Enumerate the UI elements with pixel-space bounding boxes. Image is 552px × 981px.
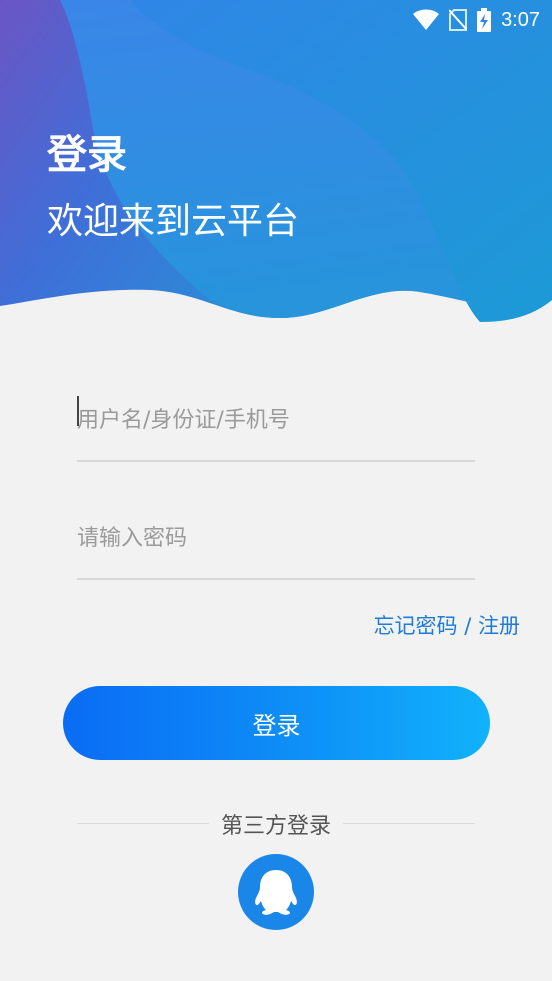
battery-charging-icon: [477, 8, 492, 32]
qq-login-button[interactable]: [238, 854, 314, 930]
username-field[interactable]: [77, 380, 475, 462]
register-link[interactable]: 注册: [478, 614, 520, 638]
username-input[interactable]: [77, 400, 475, 440]
password-field[interactable]: [77, 498, 475, 580]
status-time: 3:07: [501, 8, 540, 31]
page-subtitle: 欢迎来到云平台: [47, 201, 300, 242]
forgot-password-link[interactable]: 忘记密码: [374, 614, 458, 638]
qq-icon: [255, 870, 297, 915]
third-party-login: 第三方登录: [77, 803, 475, 843]
login-button[interactable]: 登录: [63, 686, 490, 760]
status-bar: 3:07: [413, 6, 540, 34]
link-separator: /: [457, 614, 478, 638]
account-links: 忘记密码 / 注册: [374, 610, 520, 640]
third-party-label: 第三方登录: [220, 814, 331, 839]
no-sim-icon: [449, 9, 468, 31]
wifi-icon: [413, 9, 440, 30]
page-title: 登录: [47, 132, 127, 178]
password-input[interactable]: [77, 518, 475, 558]
